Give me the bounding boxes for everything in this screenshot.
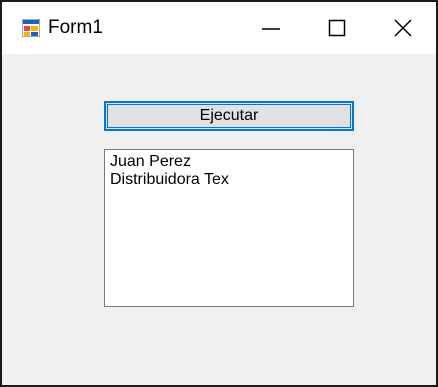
app-icon [21,18,41,38]
close-button[interactable] [370,2,436,54]
ejecutar-button[interactable]: Ejecutar [104,101,354,131]
results-listbox[interactable]: Juan Perez Distribuidora Tex [104,149,354,307]
window-title: Form1 [48,17,103,38]
minimize-button[interactable] [238,2,304,54]
close-icon [394,19,412,37]
list-item[interactable]: Juan Perez [105,153,353,171]
minimize-icon [262,28,280,30]
maximize-icon [328,19,346,37]
list-item[interactable]: Distribuidora Tex [105,171,353,189]
form-client-area: Ejecutar Juan Perez Distribuidora Tex [2,54,436,385]
ejecutar-button-label: Ejecutar [199,107,259,124]
title-bar[interactable]: Form1 [2,2,436,54]
form1-window: Form1 Ejecutar Juan Perez Distribuidora … [0,0,438,387]
maximize-button[interactable] [304,2,370,54]
